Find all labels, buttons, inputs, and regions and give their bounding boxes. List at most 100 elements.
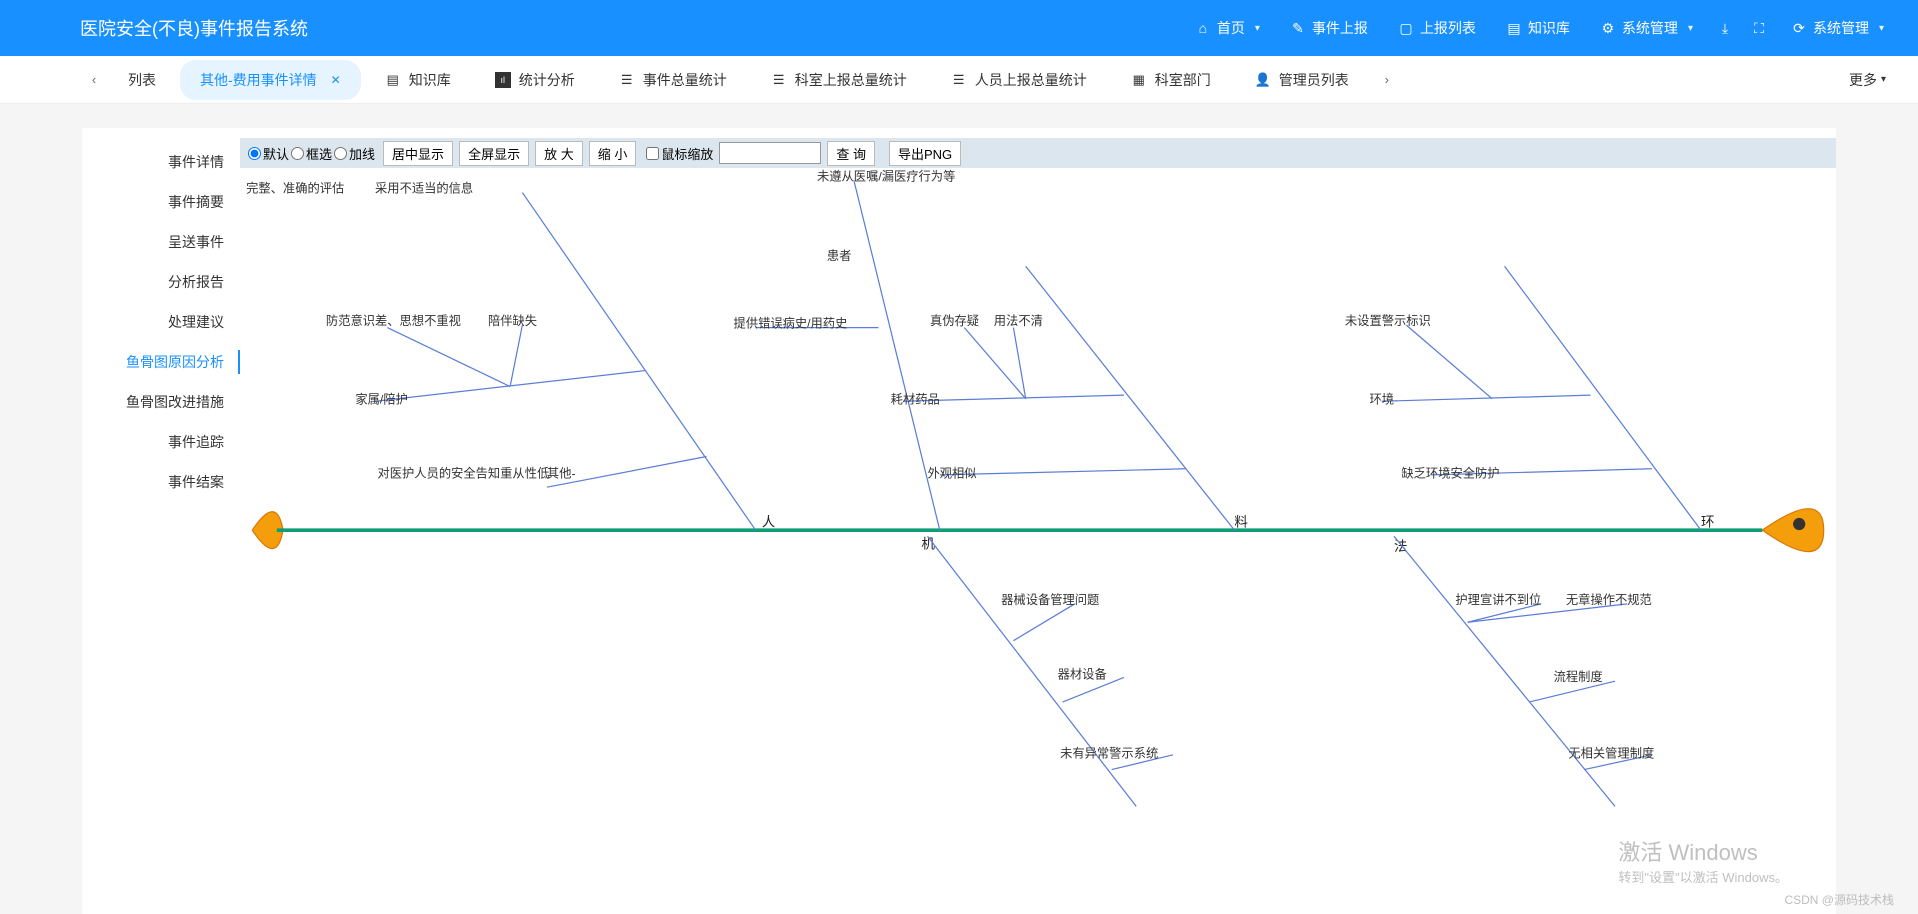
svg-text:对医护人员的安全告知重从性低: 对医护人员的安全告知重从性低 <box>378 465 550 480</box>
nav-label: 系统管理 <box>1622 18 1678 38</box>
spine-cat-huan: 环 <box>1701 514 1714 529</box>
tab-dept[interactable]: ▦ 科室部门 <box>1111 60 1231 100</box>
svg-text:缺乏环境安全防护: 缺乏环境安全防护 <box>1401 465 1499 480</box>
svg-text:耗材药品: 耗材药品 <box>891 393 940 407</box>
more-label: 更多 <box>1849 70 1877 90</box>
top-header: 医院安全(不良)事件报告系统 ⌂ 首页 ▾ ✎ 事件上报 ▢ 上报列表 ▤ 知识… <box>0 0 1918 56</box>
list-icon: ☰ <box>771 72 787 88</box>
chevron-down-icon: ▾ <box>1879 23 1884 34</box>
tab-knowledgebase[interactable]: ▤ 知识库 <box>365 60 471 100</box>
nav-sysmgr-right[interactable]: ⟳ 系统管理 ▾ <box>1777 12 1898 44</box>
tab-total-stats[interactable]: ☰ 事件总量统计 <box>599 60 747 100</box>
refresh-icon: ⟳ <box>1791 20 1807 36</box>
nav-home[interactable]: ⌂ 首页 ▾ <box>1181 12 1274 44</box>
app-title: 医院安全(不良)事件报告系统 <box>80 15 308 41</box>
radio-add-line[interactable]: 加线 <box>334 144 375 163</box>
tab-label: 人员上报总量统计 <box>975 70 1087 90</box>
search-input[interactable] <box>719 142 821 164</box>
svg-text:提供错误病史/用药史: 提供错误病史/用药史 <box>734 316 848 331</box>
svg-text:防范意识差、思想不重视: 防范意识差、思想不重视 <box>326 313 461 328</box>
sidenav-item-analysis[interactable]: 分析报告 <box>82 262 240 302</box>
svg-text:器械设备管理问题: 器械设备管理问题 <box>1001 592 1099 607</box>
csdn-watermark: CSDN @源码技术栈 <box>1784 891 1894 908</box>
zoom-in-button[interactable]: 放 大 <box>535 141 583 166</box>
sidenav-item-fishbone-cause[interactable]: 鱼骨图原因分析 <box>82 342 240 382</box>
tabs-more-button[interactable]: 更多 ▾ <box>1849 70 1886 90</box>
svg-text:用法不清: 用法不清 <box>994 314 1043 328</box>
nav-label: 系统管理 <box>1813 18 1869 38</box>
tabs-next-button[interactable]: › <box>1377 70 1397 90</box>
list-icon: ☰ <box>951 72 967 88</box>
svg-text:流程制度: 流程制度 <box>1554 669 1603 684</box>
stat-icon: ıl <box>495 72 511 88</box>
nav-sysmgr[interactable]: ⚙ 系统管理 ▾ <box>1586 12 1707 44</box>
center-button[interactable]: 居中显示 <box>383 141 453 166</box>
nav-label: 上报列表 <box>1420 18 1476 38</box>
spine-cat-ren: 人 <box>762 514 776 529</box>
list-icon: ☰ <box>619 72 635 88</box>
svg-text:家属/陪护: 家属/陪护 <box>355 392 407 407</box>
workspace: 事件详情 事件摘要 呈送事件 分析报告 处理建议 鱼骨图原因分析 鱼骨图改进措施… <box>0 104 1918 914</box>
nav-report[interactable]: ✎ 事件上报 <box>1276 12 1382 44</box>
svg-text:未有异常警示系统: 未有异常警示系统 <box>1060 745 1158 760</box>
user-icon: 👤 <box>1255 72 1271 88</box>
chevron-down-icon: ▾ <box>1255 23 1260 34</box>
sidenav-item-detail[interactable]: 事件详情 <box>82 142 240 182</box>
svg-text:采用不适当的信息: 采用不适当的信息 <box>375 181 473 196</box>
fishbone-diagram[interactable]: 人 机 料 法 环 完整、准确的评估 采用不适当的信息 家属/陪护 防范意识差、… <box>240 168 1836 914</box>
nav-upload-list[interactable]: ▢ 上报列表 <box>1384 12 1490 44</box>
tab-stats[interactable]: ıl 统计分析 <box>475 60 595 100</box>
svg-text:护理宣讲不到位: 护理宣讲不到位 <box>1455 592 1541 607</box>
chevron-down-icon: ▾ <box>1688 23 1693 34</box>
tab-admins[interactable]: 👤 管理员列表 <box>1235 60 1369 100</box>
tab-dept-stats[interactable]: ☰ 科室上报总量统计 <box>751 60 927 100</box>
zoom-out-button[interactable]: 缩 小 <box>589 141 637 166</box>
download-icon: ⤓ <box>1717 20 1733 36</box>
svg-text:无相关管理制度: 无相关管理制度 <box>1568 745 1654 760</box>
tab-event-detail[interactable]: 其他-费用事件详情 ✕ <box>180 60 361 100</box>
sidenav-item-fishbone-improve[interactable]: 鱼骨图改进措施 <box>82 382 240 422</box>
svg-text:环境: 环境 <box>1369 392 1394 407</box>
sidenav-item-track[interactable]: 事件追踪 <box>82 422 240 462</box>
tab-staff-stats[interactable]: ☰ 人员上报总量统计 <box>931 60 1107 100</box>
svg-text:外观相似: 外观相似 <box>928 466 977 480</box>
tab-label: 其他-费用事件详情 <box>200 70 317 90</box>
svg-text:患者: 患者 <box>827 249 852 263</box>
tab-list[interactable]: 列表 <box>108 60 176 100</box>
top-nav: ⌂ 首页 ▾ ✎ 事件上报 ▢ 上报列表 ▤ 知识库 ⚙ 系统管理 ▾ ⤓ ⛶ … <box>1181 12 1898 44</box>
radio-box-select[interactable]: 框选 <box>291 144 332 163</box>
tab-label: 知识库 <box>409 70 451 90</box>
wheel-zoom-checkbox[interactable]: 鼠标缩放 <box>646 144 713 163</box>
svg-text:其他-: 其他- <box>547 466 576 480</box>
nav-label: 事件上报 <box>1312 18 1368 38</box>
nav-label: 首页 <box>1217 18 1245 38</box>
tab-label: 统计分析 <box>519 70 575 90</box>
home-icon: ⌂ <box>1195 20 1211 36</box>
side-nav: 事件详情 事件摘要 呈送事件 分析报告 处理建议 鱼骨图原因分析 鱼骨图改进措施… <box>82 128 240 914</box>
sidenav-item-suggestion[interactable]: 处理建议 <box>82 302 240 342</box>
tab-label: 事件总量统计 <box>643 70 727 90</box>
clipboard-icon: ✎ <box>1290 20 1306 36</box>
fullscreen-icon: ⛶ <box>1751 20 1767 36</box>
svg-text:无章操作不规范: 无章操作不规范 <box>1566 592 1652 607</box>
spine-cat-liao: 料 <box>1234 514 1248 529</box>
chevron-down-icon: ▾ <box>1881 74 1886 85</box>
sidenav-item-close[interactable]: 事件结案 <box>82 462 240 502</box>
nav-knowledgebase[interactable]: ▤ 知识库 <box>1492 12 1584 44</box>
monitor-icon: ▢ <box>1398 20 1414 36</box>
export-png-button[interactable]: 导出PNG <box>889 141 961 166</box>
download-button[interactable]: ⤓ <box>1709 14 1741 42</box>
tab-label: 管理员列表 <box>1279 70 1349 90</box>
sidenav-item-submit[interactable]: 呈送事件 <box>82 222 240 262</box>
tabs-prev-button[interactable]: ‹ <box>84 70 104 90</box>
tab-label: 科室上报总量统计 <box>795 70 907 90</box>
svg-text:陪伴缺失: 陪伴缺失 <box>488 313 537 328</box>
canvas-toolbar: 默认 框选 加线 居中显示 全屏显示 放 大 缩 小 鼠标缩放 查 询 导出PN… <box>240 138 1836 168</box>
sidenav-item-summary[interactable]: 事件摘要 <box>82 182 240 222</box>
fullscreen-button[interactable]: 全屏显示 <box>459 141 529 166</box>
radio-default[interactable]: 默认 <box>248 144 289 163</box>
tab-close-icon[interactable]: ✕ <box>331 73 341 87</box>
fullscreen-button[interactable]: ⛶ <box>1743 14 1775 42</box>
search-button[interactable]: 查 询 <box>827 141 875 166</box>
canvas-area: 默认 框选 加线 居中显示 全屏显示 放 大 缩 小 鼠标缩放 查 询 导出PN… <box>240 128 1836 914</box>
